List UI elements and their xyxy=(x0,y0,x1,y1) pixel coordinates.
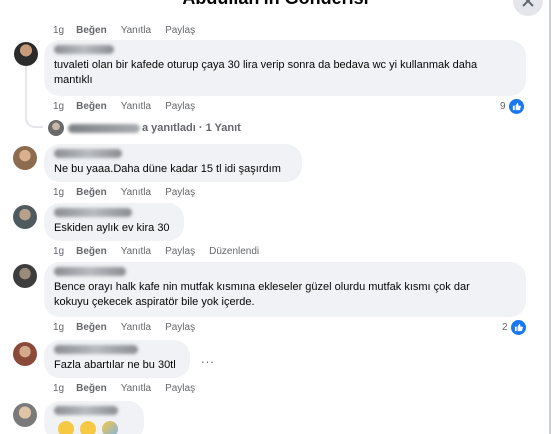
like-link[interactable]: Beğen xyxy=(76,187,107,198)
like-link[interactable]: Beğen xyxy=(76,383,107,394)
avatar[interactable] xyxy=(13,403,37,427)
close-icon xyxy=(522,0,534,7)
like-icon xyxy=(508,99,524,114)
comment-actions: 1g Beğen Yanıtla Paylaş Düzenlendi xyxy=(53,246,273,257)
emoji-icon xyxy=(58,421,74,434)
reply-link[interactable]: Yanıtla xyxy=(121,25,151,36)
comment-time[interactable]: 1g xyxy=(53,322,64,333)
commenter-name-blurred[interactable] xyxy=(54,406,118,415)
comment-actions: 1g Beğen Yanıtla Paylaş xyxy=(53,383,209,394)
commenter-name-blurred[interactable] xyxy=(54,45,114,54)
emoji-row xyxy=(58,421,124,434)
share-link[interactable]: Paylaş xyxy=(165,246,195,257)
reaction-number: 9 xyxy=(500,101,506,112)
avatar[interactable] xyxy=(13,264,37,288)
dialog-title: Abdullah'ın Gönderisi xyxy=(0,0,551,9)
reaction-number: 2 xyxy=(502,322,508,333)
emoji-icon xyxy=(80,421,96,434)
view-replies-link[interactable]: a yanıtladı · 1 Yanıt xyxy=(48,120,241,136)
share-link[interactable]: Paylaş xyxy=(165,322,195,333)
replies-text: a yanıtladı · 1 Yanıt xyxy=(142,122,241,134)
thread-connector xyxy=(25,108,43,128)
emoji-icon xyxy=(102,421,118,434)
like-icon xyxy=(510,320,526,335)
commenter-name-blurred[interactable] xyxy=(54,345,138,354)
replier-name-blurred xyxy=(68,123,140,133)
commenter-name-blurred[interactable] xyxy=(54,208,132,217)
like-link[interactable]: Beğen xyxy=(76,101,107,112)
reply-link[interactable]: Yanıtla xyxy=(121,322,151,333)
comment-actions: 1g Beğen Yanıtla Paylaş xyxy=(53,187,209,198)
reply-link[interactable]: Yanıtla xyxy=(121,383,151,394)
dialog-header: Abdullah'ın Gönderisi xyxy=(0,0,551,16)
comment-time[interactable]: 1g xyxy=(53,25,64,36)
comment-text: mantıklı xyxy=(54,74,93,86)
comment-text: Ne bu yaaa.Daha düne kadar 15 tl idi şaş… xyxy=(54,163,281,175)
reply-link[interactable]: Yanıtla xyxy=(121,246,151,257)
commenter-name-blurred[interactable] xyxy=(54,267,126,276)
close-button[interactable] xyxy=(513,0,543,16)
thread-line xyxy=(25,66,27,114)
comment-actions-top: 1g Beğen Yanıtla Paylaş xyxy=(53,25,209,36)
more-options-button[interactable]: ... xyxy=(201,351,215,366)
comment-text: Fazla abartılar ne bu 30tl xyxy=(54,359,176,371)
comment-actions: 1g Beğen Yanıtla Paylaş xyxy=(53,322,209,333)
reply-avatar xyxy=(48,120,64,136)
reaction-count[interactable]: 2 xyxy=(502,320,526,335)
reply-link[interactable]: Yanıtla xyxy=(121,101,151,112)
comment-bubble: Bence orayı halk kafe nin mutfak kısmına… xyxy=(44,262,526,317)
avatar[interactable] xyxy=(13,342,37,366)
comment-time[interactable]: 1g xyxy=(53,246,64,257)
comment-text: Bence orayı halk kafe nin mutfak kısmına… xyxy=(54,281,470,293)
comment-bubble: Fazla abartılar ne bu 30tl xyxy=(44,340,190,378)
reaction-count[interactable]: 9 xyxy=(500,99,524,114)
reply-link[interactable]: Yanıtla xyxy=(121,187,151,198)
comment-text: tuvaleti olan bir kafede oturup çaya 30 … xyxy=(54,59,478,71)
comment-text: kokuyu çekecek aspiratör bile yok içerde… xyxy=(54,296,255,308)
like-link[interactable]: Beğen xyxy=(76,25,107,36)
share-link[interactable]: Paylaş xyxy=(165,383,195,394)
comment-text: Eskiden aylık ev kira 30 xyxy=(54,222,170,234)
avatar[interactable] xyxy=(14,42,38,66)
avatar[interactable] xyxy=(13,205,37,229)
comment-time[interactable]: 1g xyxy=(53,187,64,198)
share-link[interactable]: Paylaş xyxy=(165,187,195,198)
share-link[interactable]: Paylaş xyxy=(165,25,195,36)
like-link[interactable]: Beğen xyxy=(76,246,107,257)
avatar[interactable] xyxy=(13,146,37,170)
comment-time[interactable]: 1g xyxy=(53,383,64,394)
comment-bubble: tuvaleti olan bir kafede oturup çaya 30 … xyxy=(44,40,526,96)
commenter-name-blurred[interactable] xyxy=(54,149,122,158)
share-link[interactable]: Paylaş xyxy=(165,101,195,112)
edited-label: Düzenlendi xyxy=(209,246,260,257)
comment-actions: 1g Beğen Yanıtla Paylaş xyxy=(53,101,209,112)
comment-bubble: Eskiden aylık ev kira 30 xyxy=(44,203,184,241)
comment-bubble: Ne bu yaaa.Daha düne kadar 15 tl idi şaş… xyxy=(44,144,302,182)
comment-time[interactable]: 1g xyxy=(53,101,64,112)
like-link[interactable]: Beğen xyxy=(76,322,107,333)
